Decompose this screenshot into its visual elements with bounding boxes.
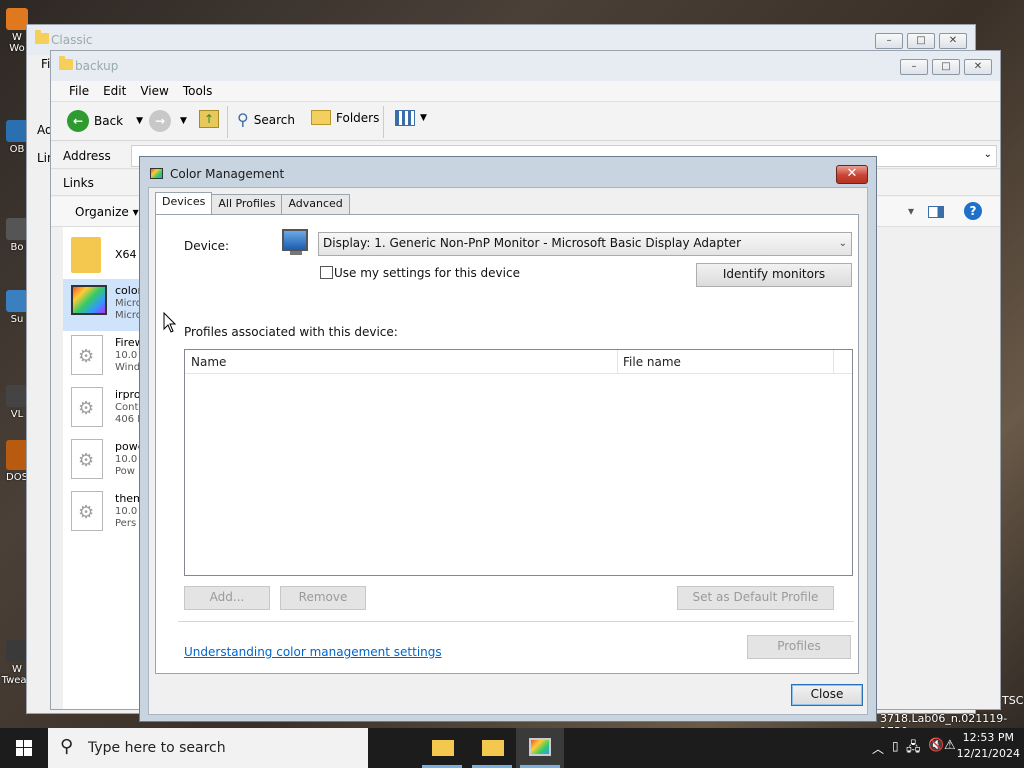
address-label: Address: [63, 149, 111, 163]
close-button[interactable]: ✕: [939, 33, 967, 49]
folders-icon: [311, 110, 331, 125]
tab-strip: Devices All Profiles Advanced: [155, 192, 350, 214]
remove-button[interactable]: Remove: [280, 586, 366, 610]
color-management-dialog[interactable]: Color Management ✕ Devices All Profiles …: [139, 156, 877, 722]
up-folder-icon: ↑: [199, 110, 219, 128]
tab-all-profiles[interactable]: All Profiles: [211, 194, 283, 214]
color-monitor-icon: [71, 285, 107, 315]
views-button[interactable]: ▼: [395, 110, 427, 126]
preview-pane-icon[interactable]: [928, 206, 944, 218]
up-folder-button[interactable]: ↑: [199, 110, 219, 128]
identify-monitors-button[interactable]: Identify monitors: [696, 263, 852, 287]
profiles-list[interactable]: Name File name: [184, 349, 853, 576]
dialog-title: Color Management: [170, 167, 285, 181]
folder-icon: [59, 56, 73, 70]
tab-devices[interactable]: Devices: [155, 192, 213, 214]
menu-tools[interactable]: Tools: [183, 84, 213, 98]
profiles-label: Profiles associated with this device:: [184, 325, 398, 339]
taskbar-file-explorer-2[interactable]: [468, 728, 516, 768]
links-label: Links: [63, 176, 94, 190]
settings-file-icon: [71, 387, 103, 427]
explorer-titlebar[interactable]: backup – □ ✕: [51, 51, 1000, 81]
volume-muted-icon[interactable]: 🔇: [928, 738, 944, 753]
chevron-down-icon[interactable]: ▼: [180, 116, 187, 126]
minimize-button[interactable]: –: [900, 59, 928, 75]
dialog-close-button[interactable]: ✕: [836, 165, 868, 184]
view-options-icon[interactable]: ▾: [908, 204, 914, 218]
chevron-down-icon: ▼: [420, 113, 427, 123]
settings-file-icon: [71, 335, 103, 375]
menu-bar: File Edit View Tools: [51, 81, 1000, 101]
tsc-label: TSC: [1002, 694, 1024, 707]
search-button[interactable]: ⚲ Search: [237, 110, 295, 129]
monitor-icon: [529, 738, 551, 756]
menu-edit[interactable]: Edit: [103, 84, 126, 98]
maximize-button[interactable]: □: [932, 59, 960, 75]
folder-icon: [71, 237, 101, 273]
taskbar-file-explorer[interactable]: [418, 728, 466, 768]
back-arrow-icon: ←: [67, 110, 89, 132]
devices-tab-page: Device: Display: 1. Generic Non-PnP Moni…: [155, 214, 859, 674]
dialog-body: Devices All Profiles Advanced Device: Di…: [148, 187, 868, 715]
classic-menu-file[interactable]: Fi: [41, 57, 50, 71]
forward-button[interactable]: → ▼: [149, 110, 187, 132]
windows-logo-icon: [16, 740, 32, 756]
divider: [178, 621, 854, 622]
close-button[interactable]: Close: [791, 684, 863, 706]
folder-icon: [482, 740, 504, 756]
help-link[interactable]: Understanding color management settings: [184, 645, 442, 659]
back-button[interactable]: ← Back ▼: [67, 110, 143, 132]
organize-button[interactable]: Organize ▾: [75, 205, 139, 219]
taskbar: ⚲ Type here to search ︿ ▯ 🖧 🔇 ⚠ 12:53 PM…: [0, 728, 1024, 768]
close-button[interactable]: ✕: [964, 59, 992, 75]
chevron-down-icon: ⌄: [838, 238, 847, 249]
classic-title: Classic: [51, 33, 93, 47]
settings-file-icon: [71, 439, 103, 479]
help-icon[interactable]: ?: [964, 202, 982, 220]
menu-file[interactable]: File: [69, 84, 89, 98]
forward-arrow-icon: →: [149, 110, 171, 132]
folder-icon: [432, 740, 454, 756]
mouse-cursor-icon: [163, 312, 177, 333]
column-name[interactable]: Name: [191, 355, 226, 369]
folders-button[interactable]: Folders: [311, 110, 379, 125]
chevron-down-icon[interactable]: ▼: [136, 116, 143, 126]
maximize-button[interactable]: □: [907, 33, 935, 49]
toolbar: ← Back ▼ → ▼ ↑ ⚲ Search Folders ▼: [51, 101, 1000, 141]
tab-advanced[interactable]: Advanced: [281, 194, 350, 214]
views-icon: [395, 110, 415, 126]
chevron-down-icon[interactable]: ⌄: [984, 149, 992, 160]
add-button[interactable]: Add...: [184, 586, 270, 610]
notification-icon[interactable]: ⚠: [944, 738, 956, 753]
explorer-title: backup: [75, 59, 119, 73]
use-settings-label[interactable]: Use my settings for this device: [334, 266, 520, 280]
chevron-up-icon[interactable]: ︿: [872, 740, 884, 757]
minimize-button[interactable]: –: [875, 33, 903, 49]
taskbar-color-management[interactable]: [516, 728, 564, 768]
search-icon: ⚲: [237, 110, 249, 129]
device-label: Device:: [184, 239, 230, 253]
folder-icon: [35, 30, 49, 44]
column-file-name[interactable]: File name: [623, 355, 681, 369]
start-button[interactable]: [0, 728, 48, 768]
network-icon[interactable]: 🖧: [906, 738, 921, 760]
use-settings-checkbox[interactable]: [320, 266, 333, 279]
color-management-icon: [150, 168, 163, 179]
system-clock[interactable]: 12:53 PM 12/21/2024: [957, 730, 1020, 762]
menu-view[interactable]: View: [140, 84, 168, 98]
set-default-profile-button[interactable]: Set as Default Profile: [677, 586, 834, 610]
settings-file-icon: [71, 491, 103, 531]
search-icon: ⚲: [60, 736, 74, 757]
profiles-button[interactable]: Profiles: [747, 635, 851, 659]
list-header: Name File name: [185, 350, 852, 374]
usb-icon[interactable]: ▯: [892, 739, 899, 753]
taskbar-search-box[interactable]: ⚲ Type here to search: [48, 728, 368, 768]
device-select[interactable]: Display: 1. Generic Non-PnP Monitor - Mi…: [318, 232, 852, 256]
monitor-icon: [282, 229, 308, 251]
